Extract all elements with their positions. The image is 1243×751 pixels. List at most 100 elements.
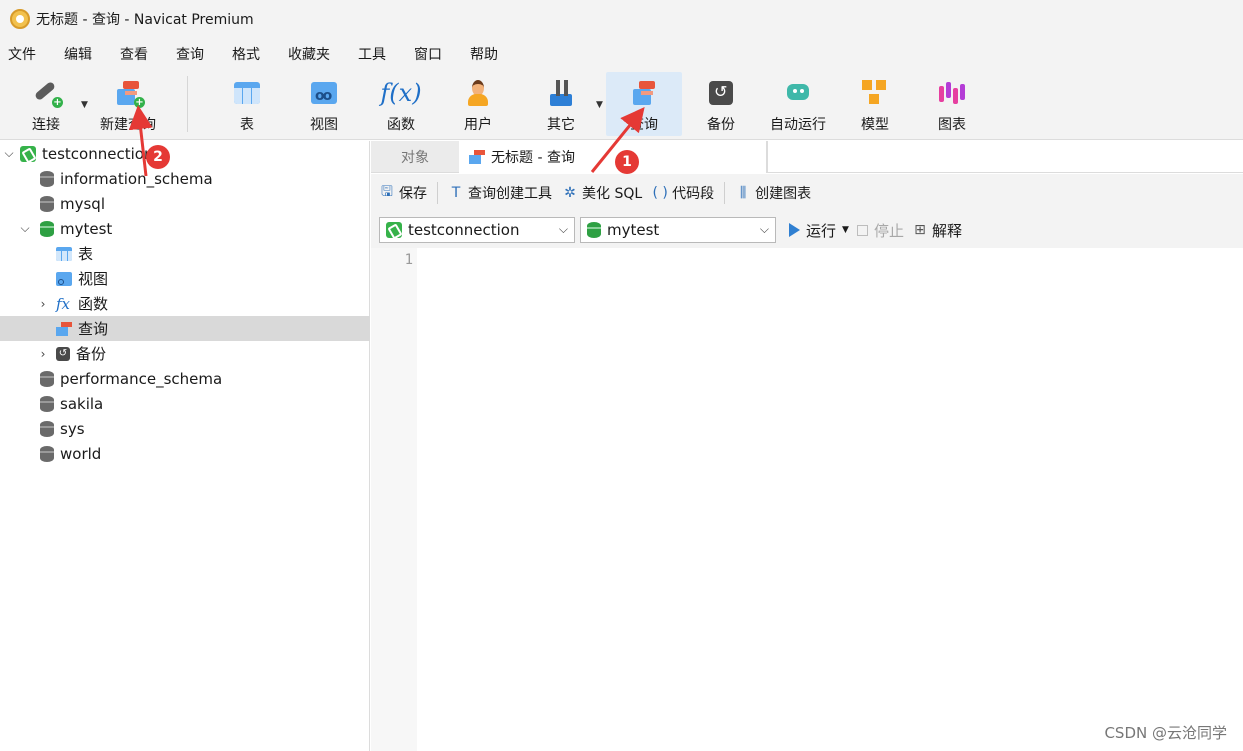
tree-db-sys[interactable]: sys [0, 416, 370, 441]
database-select[interactable]: mytest ⌵ [580, 217, 776, 243]
line-number-gutter: 1 [371, 248, 417, 751]
menu-file[interactable]: 文件 [8, 42, 36, 66]
backup-icon: ↺ [56, 346, 70, 361]
tree-mytest-backups[interactable]: › ↺ 备份 [0, 341, 370, 366]
tree-db-sakila[interactable]: sakila [0, 391, 370, 416]
line-number: 1 [404, 252, 413, 268]
tree-db-performance-schema[interactable]: performance_schema [0, 366, 370, 391]
tree-db-mytest[interactable]: ⌵ mytest [0, 216, 370, 241]
database-icon [587, 222, 601, 238]
menu-format[interactable]: 格式 [232, 42, 260, 66]
tree-mytest-queries[interactable]: 查询 [0, 316, 370, 341]
tree-connection-testconnection[interactable]: ⌵ testconnection [0, 141, 370, 166]
query-button[interactable]: 查询 [606, 72, 682, 136]
chart-icon [937, 78, 967, 108]
sql-editor[interactable]: 1 CSDN @云沧同学 [371, 248, 1243, 751]
tree-label: 备份 [76, 345, 107, 363]
run-dropdown-caret[interactable]: ▼ [842, 225, 849, 235]
toolbar-separator [437, 182, 438, 204]
menu-help[interactable]: 帮助 [470, 42, 498, 66]
tree-mytest-functions[interactable]: › fx 函数 [0, 291, 370, 316]
automation-button[interactable]: 自动运行 [760, 72, 836, 136]
tree-mytest-views[interactable]: 视图 [0, 266, 370, 291]
robot-icon [783, 78, 813, 108]
tree-label: mysql [60, 194, 105, 213]
create-chart-label: 创建图表 [755, 186, 812, 202]
other-dropdown-caret[interactable]: ▼ [596, 100, 603, 110]
database-icon [40, 395, 54, 412]
new-query-label: 新建查询 [100, 117, 156, 133]
backup-button[interactable]: 备份 [683, 72, 759, 136]
menu-favorites[interactable]: 收藏夹 [288, 42, 330, 66]
other-label: 其它 [547, 117, 575, 133]
connection-icon [20, 145, 36, 162]
tree-db-mysql[interactable]: mysql [0, 191, 370, 216]
tree-db-information-schema[interactable]: information_schema [0, 166, 370, 191]
menu-window[interactable]: 窗口 [414, 42, 442, 66]
tree-label: sys [60, 419, 85, 438]
menu-query[interactable]: 查询 [176, 42, 204, 66]
view-button[interactable]: 视图 [286, 72, 362, 136]
chevron-right-icon[interactable]: › [36, 297, 50, 311]
query-builder-button[interactable]: T 查询创建工具 [448, 183, 552, 203]
editor-tab-strip: 对象 无标题 - 查询 [371, 141, 1243, 173]
function-icon: f(x) [380, 79, 422, 107]
chart-button[interactable]: 图表 [914, 72, 990, 136]
explain-label: 解释 [931, 221, 962, 240]
backup-icon [706, 78, 736, 108]
view-label: 视图 [310, 117, 338, 133]
chevron-down-icon[interactable]: ⌵ [18, 221, 32, 236]
function-button[interactable]: f(x) 函数 [363, 72, 439, 136]
tree-label: performance_schema [60, 369, 223, 388]
builder-icon: T [451, 185, 461, 201]
chevron-down-icon[interactable]: ⌵ [2, 146, 16, 161]
watermark: CSDN @云沧同学 [1104, 724, 1227, 742]
tab-objects-label: 对象 [401, 150, 429, 166]
run-label: 运行 [806, 221, 837, 240]
table-icon [56, 246, 72, 261]
create-chart-button[interactable]: ⫼ 创建图表 [735, 183, 811, 203]
run-button[interactable]: 运行 ▼ [789, 220, 849, 241]
new-query-button[interactable]: + 新建查询 [90, 72, 166, 136]
beautify-sql-button[interactable]: ✲ 美化 SQL [562, 183, 642, 203]
tab-untitled-query[interactable]: 无标题 - 查询 [459, 141, 767, 173]
user-button[interactable]: 用户 [440, 72, 516, 136]
connection-select[interactable]: testconnection ⌵ [379, 217, 575, 243]
chevron-right-icon[interactable]: › [36, 347, 50, 361]
database-icon [40, 370, 54, 387]
play-icon [789, 223, 800, 237]
table-button[interactable]: 表 [209, 72, 285, 136]
tools-icon [546, 78, 576, 108]
tab-objects[interactable]: 对象 [371, 141, 459, 173]
connect-button[interactable]: + 连接 [8, 72, 84, 136]
tree-db-world[interactable]: world [0, 441, 370, 466]
query-builder-label: 查询创建工具 [468, 186, 552, 202]
model-label: 模型 [861, 117, 889, 133]
tree-label: sakila [60, 394, 104, 413]
save-button[interactable]: 🖫 保存 [379, 183, 427, 203]
code-snippet-button[interactable]: ( ) 代码段 [652, 183, 714, 203]
main-toolbar: + 连接 ▼ + 新建查询 表 视图 f(x) 函数 用户 其它 ▼ 查询 备份… [0, 70, 1243, 140]
chevron-down-icon: ⌵ [759, 222, 769, 236]
tree-mytest-tables[interactable]: 表 [0, 241, 370, 266]
code-snippet-label: 代码段 [672, 186, 715, 202]
tab-untitled-query-label: 无标题 - 查询 [491, 150, 575, 166]
parentheses-icon: ( ) [652, 185, 668, 201]
stop-label: 停止 [873, 221, 904, 240]
tree-label: mytest [60, 219, 113, 238]
query-label: 查询 [630, 117, 658, 133]
annotation-badge-1: 1 [615, 150, 639, 174]
menu-edit[interactable]: 编辑 [64, 42, 92, 66]
menu-tools[interactable]: 工具 [358, 42, 386, 66]
save-label: 保存 [399, 186, 427, 202]
new-query-icon: + [113, 78, 145, 108]
other-button[interactable]: 其它 [523, 72, 599, 136]
menu-view[interactable]: 查看 [120, 42, 148, 66]
tree-label: world [60, 444, 102, 463]
connect-dropdown-caret[interactable]: ▼ [81, 100, 88, 110]
stop-button[interactable]: 停止 [856, 220, 904, 241]
explain-button[interactable]: ⊞ 解释 [912, 220, 962, 241]
model-button[interactable]: 模型 [837, 72, 913, 136]
query-icon [469, 150, 485, 164]
tree-label: 函数 [78, 295, 109, 313]
